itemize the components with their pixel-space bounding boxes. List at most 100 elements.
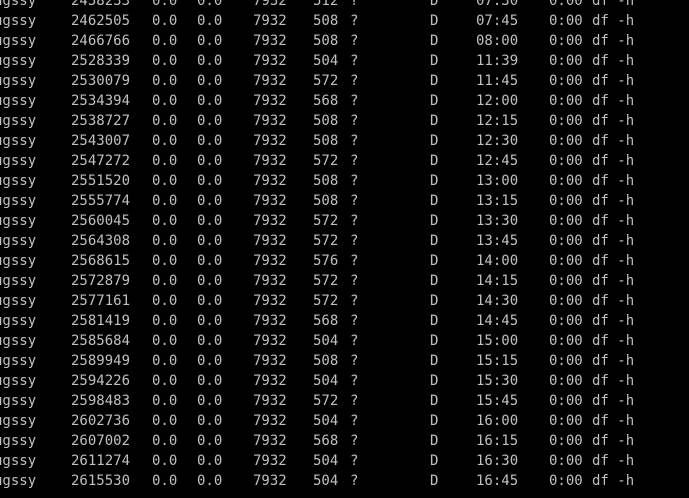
process-time: 0:00 xyxy=(549,393,583,409)
process-start: 15:00 xyxy=(476,333,519,349)
process-time: 0:00 xyxy=(549,33,583,49)
process-row: ugssy 2615530 0.0 0.0 7932 504? D 16:45 0:00 df -… xyxy=(0,471,689,491)
process-mem: 0.0 xyxy=(197,253,223,269)
process-pid: 2462505 xyxy=(71,13,131,29)
process-mem: 0.0 xyxy=(197,93,223,109)
process-pid: 2538727 xyxy=(71,113,131,129)
process-command: df -h xyxy=(592,393,635,409)
process-command: df -h xyxy=(592,133,635,149)
process-time: 0:00 xyxy=(549,413,583,429)
process-user: ugssy xyxy=(0,333,37,349)
process-pid: 2602736 xyxy=(71,413,131,429)
process-command: df -h xyxy=(592,473,635,489)
process-row: ugssy 2585684 0.0 0.0 7932 504? D 15:00 0:00 df -… xyxy=(0,331,689,351)
process-row: ugssy 2602736 0.0 0.0 7932 504? D 16:00 0:00 df -… xyxy=(0,411,689,431)
process-time: 0:00 xyxy=(549,73,583,89)
process-command: df -h xyxy=(592,253,635,269)
process-row: ugssy 2462505 0.0 0.0 7932 508? D 07:45 0:00 df -… xyxy=(0,11,689,31)
process-command: df -h xyxy=(592,453,635,469)
process-time: 0:00 xyxy=(549,153,583,169)
process-start: 12:15 xyxy=(476,113,519,129)
process-tty: ? xyxy=(350,273,359,289)
process-stat: D xyxy=(430,173,439,189)
process-cpu: 0.0 xyxy=(152,353,178,369)
process-user: ugssy xyxy=(0,0,37,9)
process-command: df -h xyxy=(592,333,635,349)
process-stat: D xyxy=(430,33,439,49)
process-time: 0:00 xyxy=(549,253,583,269)
process-stat: D xyxy=(430,373,439,389)
process-row: ugssy 2611274 0.0 0.0 7932 504? D 16:30 0:00 df -… xyxy=(0,451,689,471)
process-rss: 504 xyxy=(313,413,339,429)
process-user: ugssy xyxy=(0,133,37,149)
process-mem: 0.0 xyxy=(197,373,223,389)
process-time: 0:00 xyxy=(549,273,583,289)
process-stat: D xyxy=(430,393,439,409)
process-tty: ? xyxy=(350,0,359,9)
process-row: ugssy 2530079 0.0 0.0 7932 572? D 11:45 0:00 df -… xyxy=(0,71,689,91)
process-time: 0:00 xyxy=(549,193,583,209)
process-rss: 508 xyxy=(313,133,339,149)
process-vsz: 7932 xyxy=(253,233,287,249)
process-vsz: 7932 xyxy=(253,453,287,469)
process-time: 0:00 xyxy=(549,93,583,109)
process-cpu: 0.0 xyxy=(152,193,178,209)
process-start: 15:45 xyxy=(476,393,519,409)
process-user: ugssy xyxy=(0,53,37,69)
process-rss: 508 xyxy=(313,193,339,209)
process-mem: 0.0 xyxy=(197,133,223,149)
process-vsz: 7932 xyxy=(253,413,287,429)
process-command: df -h xyxy=(592,353,635,369)
process-row: ugssy 2577161 0.0 0.0 7932 572? D 14:30 0:00 df -… xyxy=(0,291,689,311)
process-command: df -h xyxy=(592,173,635,189)
process-user: ugssy xyxy=(0,313,37,329)
process-pid: 2572879 xyxy=(71,273,131,289)
process-rss: 572 xyxy=(313,213,339,229)
process-time: 0:00 xyxy=(549,453,583,469)
process-pid: 2581419 xyxy=(71,313,131,329)
process-mem: 0.0 xyxy=(197,73,223,89)
process-vsz: 7932 xyxy=(253,273,287,289)
process-time: 0:00 xyxy=(549,433,583,449)
process-time: 0:00 xyxy=(549,13,583,29)
process-start: 14:30 xyxy=(476,293,519,309)
process-vsz: 7932 xyxy=(253,193,287,209)
process-time: 0:00 xyxy=(549,53,583,69)
process-mem: 0.0 xyxy=(197,393,223,409)
process-cpu: 0.0 xyxy=(152,13,178,29)
process-tty: ? xyxy=(350,113,359,129)
process-tty: ? xyxy=(350,93,359,109)
process-row: ugssy 2555774 0.0 0.0 7932 508? D 13:15 0:00 df -… xyxy=(0,191,689,211)
process-pid: 2611274 xyxy=(71,453,131,469)
process-start: 16:45 xyxy=(476,473,519,489)
process-pid: 2607002 xyxy=(71,433,131,449)
process-cpu: 0.0 xyxy=(152,173,178,189)
process-vsz: 7932 xyxy=(253,373,287,389)
process-rss: 572 xyxy=(313,273,339,289)
process-pid: 2568615 xyxy=(71,253,131,269)
process-tty: ? xyxy=(350,233,359,249)
process-vsz: 7932 xyxy=(253,353,287,369)
process-row: ugssy 2594226 0.0 0.0 7932 504? D 15:30 0:00 df -… xyxy=(0,371,689,391)
process-start: 13:00 xyxy=(476,173,519,189)
process-cpu: 0.0 xyxy=(152,33,178,49)
process-command: df -h xyxy=(592,93,635,109)
process-time: 0:00 xyxy=(549,293,583,309)
terminal-window[interactable]: ugssy 2458233 0.0 0.0 7932 512? D 07:30 0:00 df -… xyxy=(0,0,689,498)
process-rss: 508 xyxy=(313,13,339,29)
process-command: df -h xyxy=(592,53,635,69)
process-rss: 504 xyxy=(313,53,339,69)
process-row: ugssy 2543007 0.0 0.0 7932 508? D 12:30 0:00 df -… xyxy=(0,131,689,151)
process-time: 0:00 xyxy=(549,333,583,349)
process-cpu: 0.0 xyxy=(152,93,178,109)
process-cpu: 0.0 xyxy=(152,113,178,129)
process-pid: 2594226 xyxy=(71,373,131,389)
process-time: 0:00 xyxy=(549,313,583,329)
process-mem: 0.0 xyxy=(197,33,223,49)
process-tty: ? xyxy=(350,33,359,49)
process-user: ugssy xyxy=(0,193,37,209)
process-tty: ? xyxy=(350,413,359,429)
process-tty: ? xyxy=(350,73,359,89)
process-pid: 2577161 xyxy=(71,293,131,309)
process-command: df -h xyxy=(592,13,635,29)
